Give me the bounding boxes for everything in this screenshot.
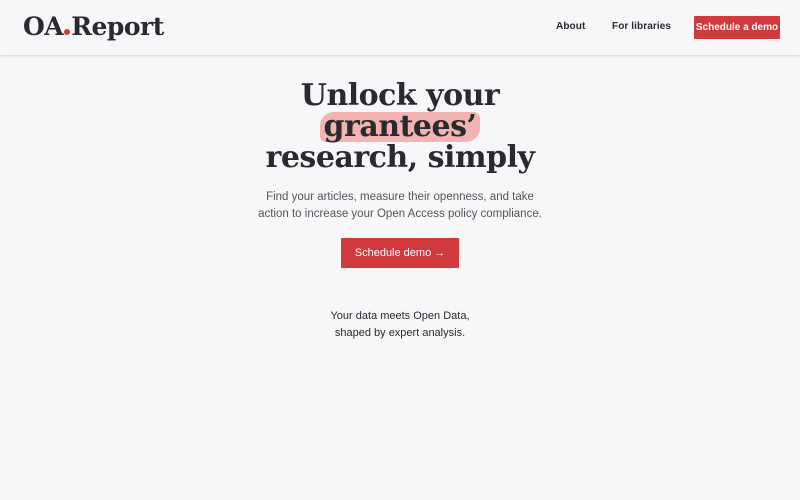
schedule-demo-button[interactable]: Schedule demo → [341,238,459,268]
nav-for-libraries-link[interactable]: For libraries [612,21,671,32]
logo-dot [64,29,71,35]
site-header: OA Report About For libraries Schedule a … [0,0,800,55]
logo-text-oa: OA [23,12,64,41]
tagline-line-2: shaped by expert analysis. [334,326,466,339]
nav-about-link[interactable]: About [556,21,585,32]
hero-title-line-3: research, simply [265,140,535,175]
hero-title-line-1: Unlock your [300,78,500,113]
hero-title-highlight: grantees’ [319,112,481,142]
hero-title-line-2: grantees’ [0,111,800,142]
hero-section: Unlock your grantees’ research, simply F… [0,80,800,268]
logo-text-report: Report [71,12,164,41]
tagline-line-1: Your data meets Open Data, [330,310,470,322]
hero-title: Unlock your grantees’ research, simply [0,80,800,173]
schedule-a-demo-button[interactable]: Schedule a demo [694,16,780,39]
hero-subtitle: Find your articles, measure their openne… [258,191,542,220]
logo[interactable]: OA Report [23,12,164,41]
tagline: Your data meets Open Data, shaped by exp… [0,308,800,341]
